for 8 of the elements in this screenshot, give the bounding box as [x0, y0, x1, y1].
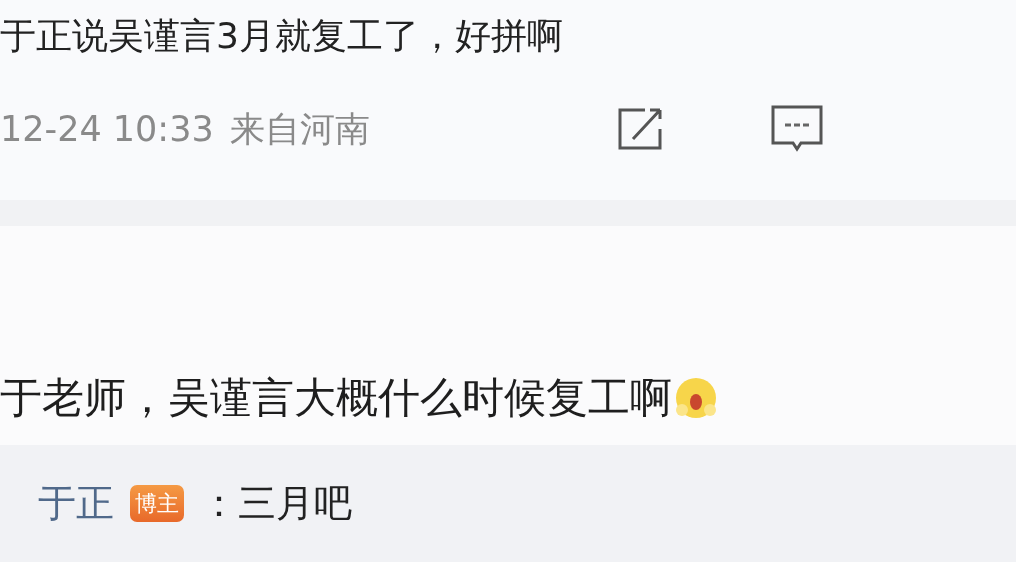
author-badge: 博主 — [130, 485, 184, 522]
author-name[interactable]: 于正 — [38, 475, 114, 532]
post-text: 于正说吴谨言3月就复工了，好拼啊 — [0, 14, 564, 58]
post-time: 12-24 10:33 — [0, 108, 214, 152]
comment-icon[interactable] — [770, 105, 823, 154]
post-source: 来自河南 — [229, 108, 370, 152]
comment-text: 于老师，吴谨言大概什么时候复工啊 — [0, 374, 672, 422]
reply-text: ：三月吧 — [200, 480, 352, 527]
